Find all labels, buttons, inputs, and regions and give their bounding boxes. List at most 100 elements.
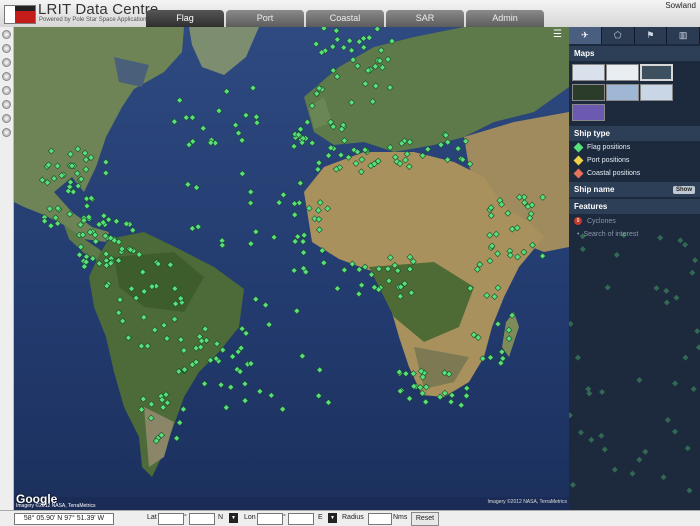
chart-tab-icon[interactable]: ▥ (667, 27, 700, 44)
ship-marker (577, 429, 584, 436)
map-thumb-political[interactable] (606, 64, 639, 81)
lat-degrees-input[interactable] (158, 513, 184, 525)
ship-marker (586, 390, 593, 397)
port-diamond-icon (573, 155, 584, 166)
ship-marker (422, 398, 430, 406)
app-title: LRIT Data Centre (38, 1, 159, 18)
reset-button[interactable]: Reset (411, 512, 439, 526)
zoom-world-icon[interactable] (2, 100, 11, 109)
zoom-out-icon[interactable] (2, 114, 11, 123)
ship-type-coastal[interactable]: Coastal positions (569, 167, 700, 180)
ship-marker (660, 474, 667, 481)
ship-marker (308, 139, 316, 147)
pan-up-icon[interactable] (2, 30, 11, 39)
tab-flag[interactable]: Flag (146, 10, 224, 27)
ship-marker (672, 380, 679, 387)
ship-type-flag[interactable]: Flag positions (569, 141, 700, 154)
map-thumb-hybrid[interactable] (572, 84, 605, 101)
lon-degrees-input[interactable] (257, 513, 283, 525)
ship-marker (332, 27, 340, 35)
ship-name-heading: Ship name Show (569, 182, 700, 197)
world-tab-icon[interactable]: ✈ (569, 27, 602, 44)
ship-marker (247, 199, 255, 207)
ship-marker (299, 238, 307, 246)
pan-right-icon[interactable] (2, 58, 11, 67)
lon-hemisphere-dropdown-icon[interactable]: ▼ (328, 513, 337, 523)
map-canvas (14, 27, 569, 510)
ship-marker (223, 88, 231, 95)
ship-marker (41, 217, 48, 225)
ship-marker (682, 354, 689, 361)
measure-icon[interactable] (2, 128, 11, 137)
madagascar-landmass (502, 312, 519, 357)
tab-port[interactable]: Port (226, 10, 304, 27)
world-map[interactable]: ☰ Google Imagery ©2012 NASA, TerraMetric… (14, 27, 569, 510)
ship-marker (694, 328, 700, 335)
layers-icon[interactable]: ☰ (553, 29, 565, 41)
ship-marker (238, 170, 246, 178)
cyclones-label: Cyclones (587, 217, 616, 225)
features-heading: Features (569, 199, 700, 214)
map-tools (0, 27, 14, 510)
ship-marker (457, 401, 465, 409)
pan-left-icon[interactable] (2, 44, 11, 53)
ship-marker (325, 399, 332, 406)
lat-minutes-input[interactable] (189, 513, 215, 525)
map-thumb-weather[interactable] (572, 104, 605, 121)
map-thumb-road[interactable] (572, 64, 605, 81)
map-thumbnails (569, 61, 700, 124)
ship-marker (579, 246, 586, 253)
app-header: LRIT Data Centre Powered by Pole Star Sp… (0, 0, 700, 28)
cyclones-toggle[interactable]: 9 Cyclones (569, 214, 700, 228)
ship-marker (199, 124, 207, 132)
map-thumb-ocean[interactable] (640, 84, 673, 101)
ship-marker (599, 389, 606, 396)
ship-marker (241, 397, 249, 405)
lat-hemisphere-dropdown-icon[interactable]: ▼ (229, 513, 238, 523)
show-button[interactable]: Show (673, 185, 695, 194)
ship-marker (585, 385, 592, 392)
ship-marker (463, 392, 470, 400)
ship-marker (296, 179, 304, 187)
ship-marker (262, 301, 270, 309)
ship-marker (620, 232, 627, 239)
map-thumb-terrain[interactable] (606, 84, 639, 101)
ship-marker (241, 380, 249, 388)
ship-marker (663, 287, 670, 294)
ship-marker (252, 295, 260, 303)
ship-marker (303, 118, 311, 126)
lon-minutes-input[interactable] (288, 513, 314, 525)
radius-input[interactable] (368, 513, 392, 525)
ship-marker (636, 377, 643, 384)
pan-down-icon[interactable] (2, 72, 11, 81)
tab-admin[interactable]: Admin (466, 10, 544, 27)
ship-marker (105, 216, 113, 224)
ship-marker (346, 37, 354, 45)
flag-diamond-icon (573, 142, 584, 153)
ship-marker (170, 118, 178, 126)
lat-degree-mark: ° (184, 514, 187, 521)
ship-marker (314, 166, 322, 173)
ship-marker (689, 269, 696, 276)
ship-marker (463, 384, 471, 392)
ship-marker (574, 354, 581, 361)
ship-marker (642, 448, 649, 455)
bottom-bar: 58° 05.90' N 97° 51.39' W Lat ° N ▼ Lon … (0, 510, 700, 526)
ship-marker (217, 381, 225, 389)
panel-map-underlay (569, 232, 700, 494)
ship-marker (569, 412, 573, 419)
zoom-in-icon[interactable] (2, 86, 11, 95)
ship-type-port[interactable]: Port positions (569, 154, 700, 167)
shape-tab-icon[interactable]: ⬠ (602, 27, 635, 44)
tab-sar[interactable]: SAR (386, 10, 464, 27)
tab-coastal[interactable]: Coastal (306, 10, 384, 27)
ship-type-coastal-label: Coastal positions (587, 170, 641, 177)
flag-tab-icon[interactable]: ⚑ (635, 27, 668, 44)
map-thumb-satellite[interactable] (640, 64, 673, 81)
ship-marker (102, 169, 110, 177)
ship-marker (671, 428, 678, 435)
user-name[interactable]: Sowland (665, 1, 696, 10)
ship-marker (402, 370, 410, 378)
ship-marker (249, 84, 257, 92)
ship-marker (102, 158, 110, 166)
